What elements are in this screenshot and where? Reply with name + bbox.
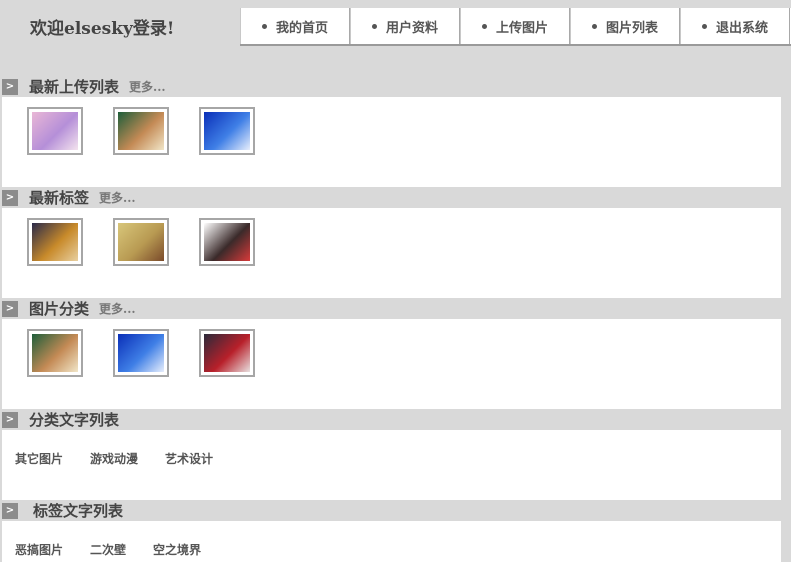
bullet-icon xyxy=(701,23,707,29)
nav-image-list[interactable]: 图片列表 xyxy=(570,8,680,44)
section-header: > 最新标签 更多... xyxy=(2,187,781,208)
thumbnail[interactable] xyxy=(113,107,169,155)
section-body xyxy=(2,319,781,409)
more-link[interactable]: 更多... xyxy=(129,78,166,95)
nav-profile[interactable]: 用户资料 xyxy=(350,8,460,44)
bullet-icon xyxy=(371,23,377,29)
bullet-icon xyxy=(481,23,487,29)
nav-logout[interactable]: 退出系统 xyxy=(680,8,790,44)
thumbnail[interactable] xyxy=(27,329,83,377)
thumbnail[interactable] xyxy=(199,218,255,266)
main-nav: 我的首页 用户资料 上传图片 图片列表 退出系统 xyxy=(240,8,791,46)
section-category-text-list: > 分类文字列表 其它图片 游戏动漫 艺术设计 xyxy=(2,409,781,500)
thumbnail[interactable] xyxy=(27,107,83,155)
anime-couple-image xyxy=(204,334,250,372)
nav-label: 我的首页 xyxy=(275,20,328,36)
nav-upload[interactable]: 上传图片 xyxy=(460,8,570,44)
text-link[interactable]: 游戏动漫 xyxy=(90,450,138,467)
welcome-text: 欢迎elsesky登录! xyxy=(30,19,175,39)
section-header: > 最新上传列表 更多... xyxy=(2,76,781,97)
link-list: 恶搞图片 二次壁 空之境界 xyxy=(15,541,228,558)
text-link[interactable]: 其它图片 xyxy=(15,450,63,467)
section-tag-text-list: > 标签文字列表 恶搞图片 二次壁 空之境界 xyxy=(2,500,781,562)
section-latest-uploads: > 最新上传列表 更多... xyxy=(2,76,781,187)
text-link[interactable]: 恶搞图片 xyxy=(15,541,63,558)
anime-creature-image xyxy=(32,223,78,261)
section-title: 分类文字列表 xyxy=(29,411,120,429)
anime-girl-table-image xyxy=(32,334,78,372)
section-body: 恶搞图片 二次壁 空之境界 xyxy=(2,521,781,562)
nav-label: 用户资料 xyxy=(385,20,438,36)
bullet-icon xyxy=(261,23,267,29)
blue-sky-figure-image xyxy=(204,112,250,150)
more-link[interactable]: 更多... xyxy=(99,189,136,206)
section-title: 最新标签 xyxy=(29,189,90,207)
arrow-right-icon: > xyxy=(2,300,18,317)
anime-girl-table-image xyxy=(118,112,164,150)
nav-label: 退出系统 xyxy=(715,20,768,36)
arrow-right-icon: > xyxy=(2,189,18,206)
bullet-icon xyxy=(591,23,597,29)
section-body xyxy=(2,208,781,298)
chibi-girl-image xyxy=(204,223,250,261)
section-header: > 分类文字列表 xyxy=(2,409,781,430)
thumbnail[interactable] xyxy=(27,218,83,266)
arrow-right-icon: > xyxy=(2,502,18,519)
section-header: > 标签文字列表 xyxy=(2,500,781,521)
thumb-list xyxy=(27,107,285,155)
thumbnail[interactable] xyxy=(199,329,255,377)
more-link[interactable]: 更多... xyxy=(99,300,136,317)
thumb-list xyxy=(27,218,285,266)
thumbnail[interactable] xyxy=(113,218,169,266)
anime-girl-pink-image xyxy=(32,112,78,150)
nav-label: 图片列表 xyxy=(605,20,658,36)
thumbnail[interactable] xyxy=(113,329,169,377)
text-link[interactable]: 空之境界 xyxy=(153,541,201,558)
section-latest-tags: > 最新标签 更多... xyxy=(2,187,781,298)
thumbnail[interactable] xyxy=(199,107,255,155)
section-image-categories: > 图片分类 更多... xyxy=(2,298,781,409)
foxgirl-gold-image xyxy=(118,223,164,261)
blue-sky-figure-image xyxy=(118,334,164,372)
section-title: 最新上传列表 xyxy=(29,78,120,96)
section-body xyxy=(2,97,781,187)
text-link[interactable]: 艺术设计 xyxy=(165,450,213,467)
arrow-right-icon: > xyxy=(2,78,18,95)
text-link[interactable]: 二次壁 xyxy=(90,541,126,558)
link-list: 其它图片 游戏动漫 艺术设计 xyxy=(15,450,240,467)
section-title: 图片分类 xyxy=(29,300,90,318)
section-body: 其它图片 游戏动漫 艺术设计 xyxy=(2,430,781,500)
thumb-list xyxy=(27,329,285,377)
nav-label: 上传图片 xyxy=(495,20,548,36)
section-title: 标签文字列表 xyxy=(33,502,124,520)
arrow-right-icon: > xyxy=(2,411,18,428)
section-header: > 图片分类 更多... xyxy=(2,298,781,319)
nav-home[interactable]: 我的首页 xyxy=(240,8,350,44)
